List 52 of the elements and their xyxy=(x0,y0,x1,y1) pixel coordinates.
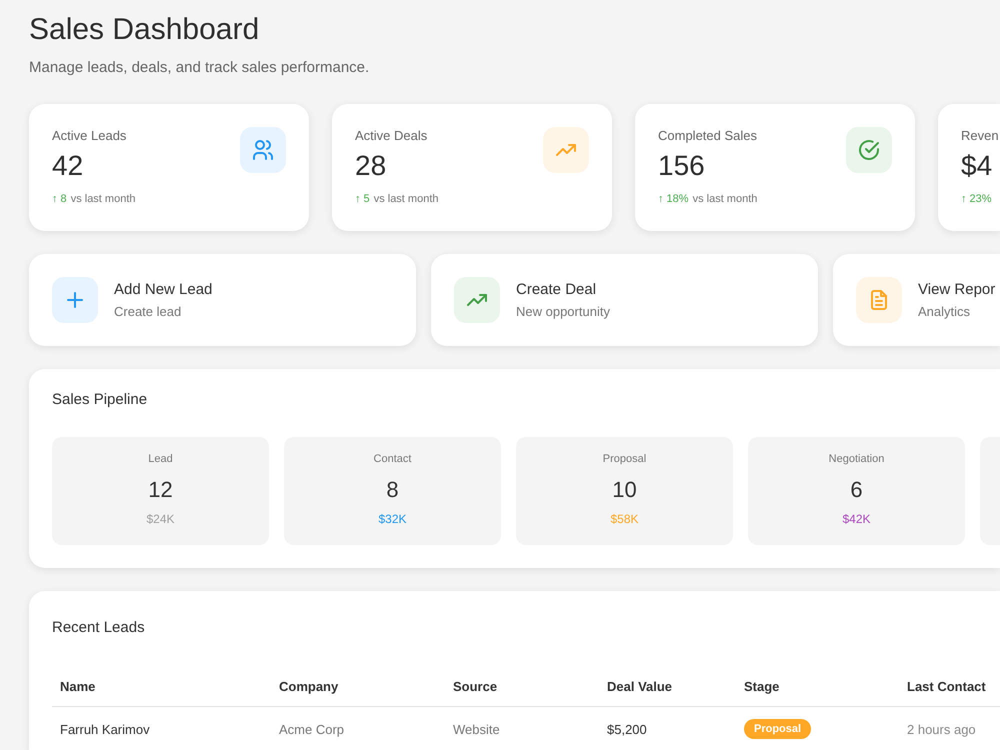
column-header: Stage xyxy=(743,678,780,694)
action-title: Add New Lead xyxy=(114,280,212,300)
stat-value: 28 xyxy=(355,149,386,183)
column-header: Source xyxy=(452,678,498,694)
column-header: Deal Value xyxy=(606,678,672,694)
action-button[interactable]: Add New Lead Create lead xyxy=(29,254,416,346)
stat-value: 42 xyxy=(52,149,84,183)
stage-value: $42K xyxy=(842,511,871,527)
stat-label: Active Deals xyxy=(355,127,428,145)
stage-name: Contact xyxy=(374,452,412,466)
action-subtitle: Analytics xyxy=(918,302,970,320)
stat-value: $4 xyxy=(961,149,992,183)
change-value: ↑ 8 xyxy=(52,192,67,206)
change-value: ↑ 18% xyxy=(658,192,689,206)
page-subtitle: Manage leads, deals, and track sales performance. xyxy=(29,58,370,78)
action-button[interactable]: Create Deal New opportunity xyxy=(431,254,818,346)
column-header: Company xyxy=(278,678,338,694)
action-title: View Repor xyxy=(918,280,996,300)
stage-count: 10 xyxy=(612,476,637,504)
column-header: Name xyxy=(59,678,96,694)
action-subtitle: Create lead xyxy=(114,302,182,320)
company-cell-text: Acme Corp xyxy=(278,722,344,736)
change-value: ↑ 5 xyxy=(355,192,370,206)
stage-count: 12 xyxy=(148,476,173,504)
stage-count: 6 xyxy=(850,476,863,504)
deal-value-cell-text: $5,200 xyxy=(606,722,647,736)
stat-label: Active Leads xyxy=(52,127,126,145)
stage-name: Proposal xyxy=(602,452,646,466)
action-button[interactable]: View Repor Analytics xyxy=(833,254,1000,346)
last-contact-cell-text: 2 hours ago xyxy=(906,722,976,736)
stage-count: 8 xyxy=(386,476,399,504)
change-note: vs last month xyxy=(70,192,136,206)
page-title: Sales Dashboard xyxy=(29,12,260,48)
stage-badge: Proposal xyxy=(744,719,812,739)
column-header: Last Contact xyxy=(906,678,986,694)
stage-value: $58K xyxy=(610,511,639,527)
panel-title: Sales Pipeline xyxy=(52,390,148,410)
stat-label: Completed Sales xyxy=(658,127,757,145)
action-title: Create Deal xyxy=(516,280,596,300)
stage-name: Lead xyxy=(148,452,173,466)
stage-name: Negotiation xyxy=(828,452,884,466)
change-note: vs last month xyxy=(692,192,758,206)
source-cell-text: Website xyxy=(452,722,500,736)
stat-label: Reven xyxy=(961,127,999,145)
action-subtitle: New opportunity xyxy=(516,302,610,320)
change-note: vs last month xyxy=(374,192,438,206)
panel-title: Recent Leads xyxy=(52,618,145,638)
stat-value: 156 xyxy=(658,149,705,183)
change-value: ↑ 23% xyxy=(961,192,992,206)
stage-value: $32K xyxy=(378,511,407,527)
lead-name: Farruh Karimov xyxy=(59,722,150,736)
stage-value: $24K xyxy=(146,511,175,527)
